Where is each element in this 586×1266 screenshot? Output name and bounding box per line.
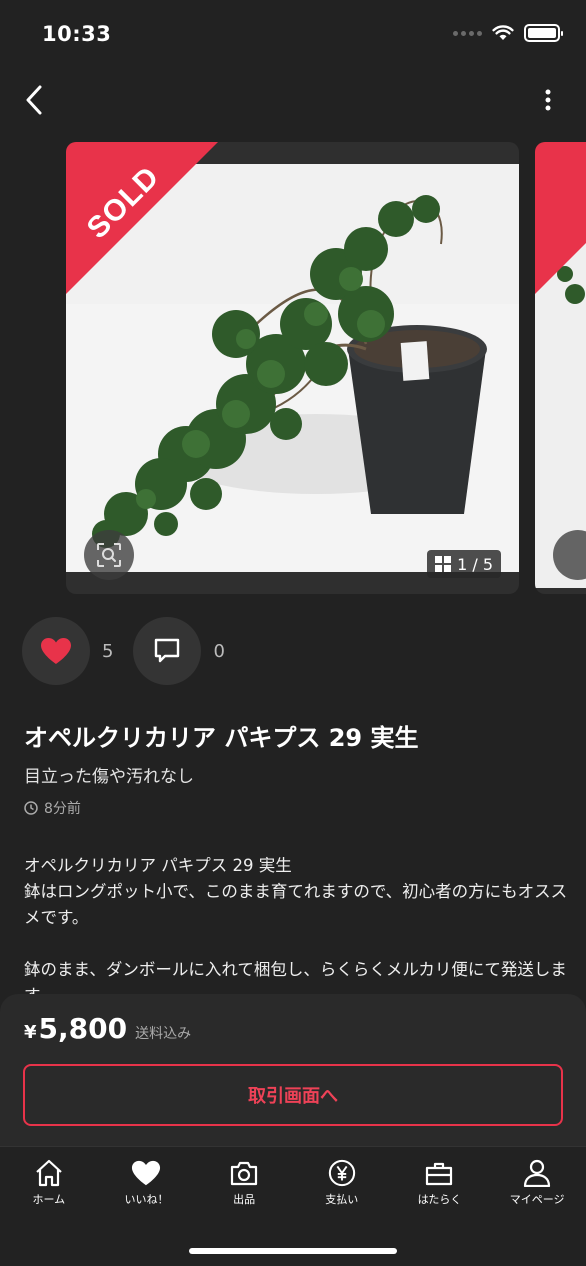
- tab-likes[interactable]: いいね！: [101, 1159, 191, 1207]
- tab-mypage[interactable]: マイページ: [492, 1159, 582, 1207]
- price-currency: ¥: [24, 1022, 37, 1043]
- like-button[interactable]: [22, 617, 90, 685]
- top-nav: [0, 78, 586, 122]
- home-indicator: [189, 1248, 397, 1254]
- price-row: ¥ 5,800 送料込み: [24, 1012, 191, 1045]
- image-counter-text: 1 / 5: [457, 554, 493, 574]
- sold-ribbon-next: [535, 142, 586, 294]
- tab-sell[interactable]: 出品: [199, 1159, 289, 1207]
- item-description: オペルクリカリア パキプス 29 実生 鉢はロングポット小で、このまま育てれます…: [24, 853, 569, 1009]
- description-line: オペルクリカリア パキプス 29 実生: [24, 856, 292, 875]
- briefcase-icon: [426, 1162, 453, 1186]
- tab-work[interactable]: はたらく: [394, 1159, 484, 1207]
- action-row: 5 0: [22, 617, 245, 685]
- heart-icon: [41, 638, 71, 664]
- wifi-icon: [492, 25, 514, 40]
- tab-payment[interactable]: 支払い: [297, 1159, 387, 1207]
- battery-icon: [524, 24, 563, 42]
- tab-label: 支払い: [325, 1193, 359, 1206]
- purchase-panel: ¥ 5,800 送料込み 取引画面へ: [0, 994, 586, 1146]
- person-icon: [524, 1159, 551, 1187]
- photo-gallery[interactable]: SOLD 1 / 5: [0, 142, 586, 594]
- tab-home[interactable]: ホーム: [4, 1159, 94, 1207]
- price-value: 5,800: [38, 1012, 128, 1045]
- shipping-note: 送料込み: [135, 1026, 192, 1042]
- heart-icon: [132, 1160, 161, 1186]
- yen-icon: [328, 1159, 355, 1187]
- tab-bar: ホーム いいね！ 出品 支払い はたらく マイページ: [0, 1146, 586, 1266]
- home-icon: [36, 1159, 62, 1187]
- comment-button[interactable]: [133, 617, 202, 685]
- item-title: オペルクリカリア パキプス 29 実生: [24, 724, 419, 752]
- tab-label: マイページ: [509, 1193, 565, 1206]
- camera-icon: [231, 1161, 258, 1186]
- image-counter: 1 / 5: [427, 550, 501, 578]
- trade-screen-button[interactable]: 取引画面へ: [23, 1064, 563, 1126]
- image-search-icon[interactable]: [84, 530, 134, 580]
- tab-label: ホーム: [32, 1193, 66, 1206]
- photo-card[interactable]: SOLD 1 / 5: [66, 142, 519, 594]
- tab-label: 出品: [233, 1193, 256, 1206]
- next-photo-card[interactable]: [535, 142, 586, 594]
- comment-count: 0: [213, 640, 225, 662]
- status-time: 10:33: [42, 22, 112, 46]
- description-line: 鉢はロングポット小で、このまま育てれますので、初心者の方にもオススメです。: [24, 882, 568, 927]
- status-bar: 10:33: [0, 0, 586, 70]
- tab-label: はたらく: [417, 1193, 462, 1206]
- item-condition: 目立った傷や汚れなし: [24, 767, 194, 787]
- comment-icon: [155, 638, 180, 663]
- tab-label: いいね！: [124, 1193, 169, 1206]
- chevron-left-icon[interactable]: [14, 78, 54, 122]
- status-icons: [453, 24, 563, 42]
- more-vertical-icon[interactable]: [536, 82, 560, 118]
- grid-icon: [435, 556, 452, 572]
- clock-icon: [24, 801, 38, 815]
- like-count: 5: [102, 640, 114, 662]
- posted-time: 8分前: [24, 798, 81, 818]
- signal-icon: [453, 30, 482, 36]
- posted-time-text: 8分前: [44, 801, 81, 817]
